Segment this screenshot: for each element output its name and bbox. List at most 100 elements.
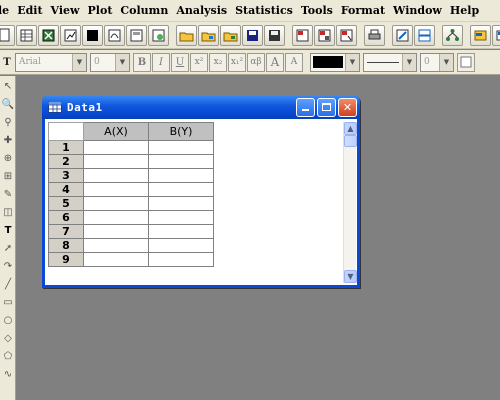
row-header[interactable]: 6 xyxy=(48,210,84,225)
mask-icon[interactable]: ◫ xyxy=(1,205,15,219)
new-graph-icon[interactable] xyxy=(60,24,81,46)
row-header[interactable]: 5 xyxy=(48,196,84,211)
new-layout-icon[interactable] xyxy=(126,24,147,46)
column-header-b[interactable]: B(Y) xyxy=(148,122,214,141)
custom-routine-icon[interactable] xyxy=(492,24,500,46)
superscript-button[interactable]: x² xyxy=(190,52,208,72)
grid-cell[interactable] xyxy=(83,182,149,197)
menu-edit[interactable]: Edit xyxy=(13,1,46,21)
open-excel-icon[interactable] xyxy=(220,24,241,46)
decrease-font-button[interactable]: A xyxy=(285,52,303,72)
curved-arrow-icon[interactable]: ↷ xyxy=(1,259,15,273)
grid-cell[interactable] xyxy=(83,168,149,183)
grid-cell[interactable] xyxy=(83,154,149,169)
grid-cell[interactable] xyxy=(148,140,214,155)
new-notes-icon[interactable] xyxy=(148,24,169,46)
line-width-select[interactable]: 0 ▼ xyxy=(420,52,454,72)
grid-cell[interactable] xyxy=(83,196,149,211)
project-explorer-icon[interactable] xyxy=(442,24,463,46)
greek-button[interactable]: αβ xyxy=(247,52,265,72)
row-header[interactable]: 4 xyxy=(48,182,84,197)
fill-pattern-icon[interactable] xyxy=(457,52,475,72)
circle-icon[interactable]: ○ xyxy=(1,313,15,327)
grid-cell[interactable] xyxy=(83,140,149,155)
column-header-a[interactable]: A(X) xyxy=(83,122,149,141)
italic-button[interactable]: I xyxy=(152,52,170,72)
text-tool-icon[interactable]: T xyxy=(0,53,14,72)
row-header[interactable]: 1 xyxy=(48,140,84,155)
row-header[interactable]: 2 xyxy=(48,154,84,169)
grid-cell[interactable] xyxy=(83,224,149,239)
menu-view[interactable]: View xyxy=(47,1,84,21)
zoom-icon[interactable]: 🔍 xyxy=(1,97,15,111)
data-selector-icon[interactable]: ⊞ xyxy=(1,169,15,183)
row-header[interactable]: 3 xyxy=(48,168,84,183)
row-header[interactable]: 8 xyxy=(48,238,84,253)
import-multiple-icon[interactable] xyxy=(314,24,335,46)
open-template-icon[interactable] xyxy=(198,24,219,46)
new-function-icon[interactable] xyxy=(104,24,125,46)
row-header[interactable]: 7 xyxy=(48,224,84,239)
font-name-select[interactable]: Arial ▼ xyxy=(15,52,87,72)
open-icon[interactable] xyxy=(176,24,197,46)
menu-file[interactable]: le xyxy=(0,1,13,21)
grid-cell[interactable] xyxy=(148,224,214,239)
save-icon[interactable] xyxy=(242,24,263,46)
rectangle-icon[interactable]: ▭ xyxy=(1,295,15,309)
import-ascii-icon[interactable] xyxy=(292,24,313,46)
supsub-button[interactable]: x₁² xyxy=(228,52,246,72)
print-icon[interactable] xyxy=(364,24,385,46)
bold-button[interactable]: B xyxy=(133,52,151,72)
menu-column[interactable]: Column xyxy=(116,1,172,21)
grid-cell[interactable] xyxy=(148,196,214,211)
underline-button[interactable]: U xyxy=(171,52,189,72)
import-wizard-icon[interactable] xyxy=(336,24,357,46)
menu-help[interactable]: Help xyxy=(446,1,483,21)
color-select[interactable]: ▼ xyxy=(310,52,360,72)
polygon-icon[interactable]: ◇ xyxy=(1,331,15,345)
font-size-select[interactable]: 0 ▼ xyxy=(90,52,130,72)
edit-script-icon[interactable] xyxy=(392,24,413,46)
grid-cell[interactable] xyxy=(83,252,149,267)
grid-cell[interactable] xyxy=(148,238,214,253)
menu-plot[interactable]: Plot xyxy=(84,1,117,21)
data-reader-icon[interactable]: ⊕ xyxy=(1,151,15,165)
new-worksheet-icon[interactable] xyxy=(16,24,37,46)
new-excel-icon[interactable] xyxy=(38,24,59,46)
grid-cell[interactable] xyxy=(83,210,149,225)
window-titlebar[interactable]: Data1 ✕ xyxy=(42,95,360,119)
close-button[interactable]: ✕ xyxy=(338,97,357,117)
new-matrix-icon[interactable] xyxy=(82,24,103,46)
save-template-icon[interactable] xyxy=(264,24,285,46)
line-style-select[interactable]: ▼ xyxy=(363,52,417,72)
menu-window[interactable]: Window xyxy=(389,1,446,21)
menu-analysis[interactable]: Analysis xyxy=(172,1,231,21)
screen-reader-icon[interactable]: ✚ xyxy=(1,133,15,147)
scroll-thumb[interactable] xyxy=(344,135,357,147)
grid-cell[interactable] xyxy=(148,168,214,183)
increase-font-button[interactable]: A xyxy=(266,52,284,72)
results-log-icon[interactable] xyxy=(414,24,435,46)
scroll-down-button[interactable]: ▼ xyxy=(344,270,357,283)
menu-format[interactable]: Format xyxy=(337,1,389,21)
grid-cell[interactable] xyxy=(148,252,214,267)
grid-cell[interactable] xyxy=(148,182,214,197)
scale-icon[interactable]: ⚲ xyxy=(1,115,15,129)
new-project-icon[interactable] xyxy=(0,24,15,46)
grid-cell[interactable] xyxy=(148,210,214,225)
menu-tools[interactable]: Tools xyxy=(297,1,337,21)
row-header[interactable]: 9 xyxy=(48,252,84,267)
pointer-icon[interactable]: ↖ xyxy=(1,79,15,93)
text-icon[interactable]: T xyxy=(1,223,15,237)
freehand-icon[interactable]: ∿ xyxy=(1,367,15,381)
menu-statistics[interactable]: Statistics xyxy=(231,1,297,21)
line-icon[interactable]: ╱ xyxy=(1,277,15,291)
grid-cell[interactable] xyxy=(83,238,149,253)
vertical-scrollbar[interactable]: ▲ ▼ xyxy=(343,122,357,283)
grid-cell[interactable] xyxy=(148,154,214,169)
draw-data-icon[interactable]: ✎ xyxy=(1,187,15,201)
minimize-button[interactable] xyxy=(296,97,315,117)
maximize-button[interactable] xyxy=(317,97,336,117)
subscript-button[interactable]: x₂ xyxy=(209,52,227,72)
region-icon[interactable]: ⬠ xyxy=(1,349,15,363)
